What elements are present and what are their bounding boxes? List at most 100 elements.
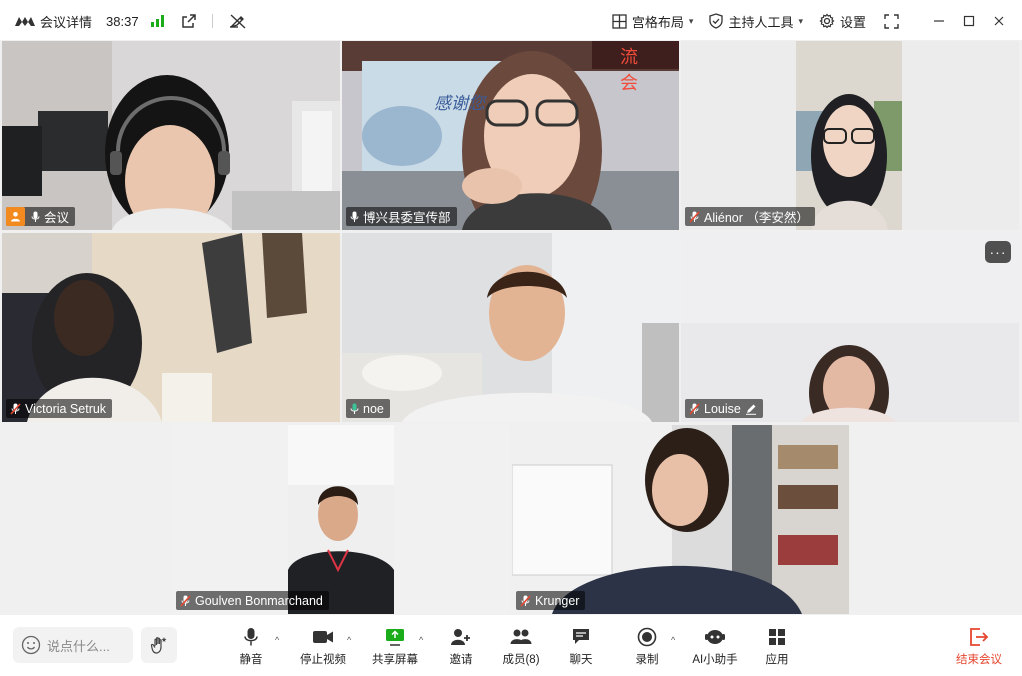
add-user-icon — [451, 629, 470, 645]
microphone-icon — [31, 211, 40, 222]
members-label: 成员(8) — [502, 654, 540, 666]
grid-layout-label: 宫格布局 — [631, 14, 684, 30]
share-screen-label: 共享屏幕 — [372, 654, 418, 666]
participant-name-tag: Krunger — [516, 591, 586, 610]
annotation-off-icon[interactable] — [229, 12, 247, 30]
participant-video — [342, 233, 679, 422]
signal-strength-icon[interactable] — [150, 15, 164, 27]
video-grid: 会议 流 会 感谢您 博兴县委宣传部 Aliénor （李安然） Victori… — [0, 40, 1022, 615]
record-icon — [637, 627, 657, 647]
record-button[interactable]: 录制 — [617, 627, 677, 667]
participant-video — [288, 425, 394, 614]
video-camera-icon — [313, 631, 333, 643]
apps-icon — [769, 629, 785, 645]
shield-check-icon — [709, 13, 724, 29]
ai-assistant-label: AI小助手 — [692, 654, 738, 666]
close-button[interactable] — [984, 6, 1014, 36]
grid-layout-menu[interactable]: 宫格布局 ▾ — [612, 12, 694, 31]
microphone-icon — [244, 628, 258, 646]
participant-name-tag: Goulven Bonmarchand — [176, 591, 329, 610]
mute-button[interactable]: 静音 — [221, 627, 281, 667]
audio-options-caret[interactable]: ^ — [275, 635, 279, 645]
microphone-muted-icon — [10, 402, 21, 415]
video-tile[interactable]: 流 会 感谢您 博兴县委宣传部 — [342, 41, 679, 230]
participant-name-tag: 会议 — [6, 207, 76, 226]
grid-layout-icon — [612, 13, 627, 29]
exit-icon — [970, 628, 989, 646]
microphone-speaking-icon — [350, 403, 359, 414]
share-screen-button[interactable]: 共享屏幕 — [365, 627, 425, 667]
app-logo-icon — [15, 17, 35, 26]
chat-placeholder: 说点什么... — [47, 638, 110, 654]
participant-video — [796, 41, 902, 230]
participant-name-tag: Aliénor （李安然） — [685, 207, 815, 226]
participant-name: 会议 — [44, 211, 70, 225]
participant-name: Krunger — [535, 593, 580, 608]
stop-video-button[interactable]: 停止视频 — [293, 627, 353, 667]
end-meeting-label: 结束会议 — [956, 654, 1002, 666]
invite-button[interactable]: 邀请 — [431, 627, 491, 667]
video-tile-active-speaker[interactable]: noe — [342, 233, 679, 422]
slide-text: 感谢您 — [434, 94, 485, 113]
host-tools-label: 主持人工具 — [728, 14, 794, 30]
chevron-down-icon: ▾ — [688, 15, 694, 26]
ai-assistant-button[interactable]: AI小助手 — [685, 627, 745, 667]
maximize-button[interactable] — [954, 6, 984, 36]
microphone-muted-icon — [180, 594, 191, 607]
participant-name: Aliénor （李安然） — [704, 211, 809, 225]
microphone-icon — [350, 211, 359, 222]
end-meeting-button[interactable]: 结束会议 — [949, 627, 1009, 667]
record-label: 录制 — [635, 654, 659, 666]
settings-button[interactable]: 设置 — [819, 12, 866, 31]
stop-video-label: 停止视频 — [300, 654, 346, 666]
participant-name-tag: Victoria Setruk — [6, 399, 113, 418]
quick-chat-input[interactable]: 说点什么... — [13, 627, 133, 663]
maximize-icon — [963, 15, 975, 27]
popout-icon[interactable] — [180, 12, 198, 30]
raise-hand-button[interactable] — [141, 627, 177, 663]
minimize-icon — [934, 20, 944, 22]
minimize-button[interactable] — [924, 6, 954, 36]
participant-video — [2, 41, 340, 230]
participant-video — [512, 425, 849, 614]
chevron-down-icon: ▾ — [798, 15, 803, 26]
share-screen-icon — [386, 629, 404, 646]
meeting-timer: 38:37 — [106, 13, 139, 29]
video-tile[interactable]: Aliénor （李安然） — [681, 41, 1019, 230]
gear-icon — [819, 13, 835, 29]
close-icon — [994, 16, 1004, 26]
mute-label: 静音 — [239, 654, 263, 666]
raise-hand-icon — [150, 637, 167, 654]
apps-label: 应用 — [765, 654, 789, 666]
apps-button[interactable]: 应用 — [747, 627, 807, 667]
video-options-caret[interactable]: ^ — [347, 635, 351, 645]
video-tile[interactable]: Victoria Setruk — [2, 233, 340, 422]
meeting-toolbar: 说点什么... 静音 ^ 停止视频 ^ 共享屏幕 ^ 邀请 成员(8) 聊天 录… — [0, 615, 1022, 676]
title-bar: 会议详情 38:37 宫格布局 ▾ 主持人工具 ▾ 设置 — [0, 0, 1022, 42]
participant-name-tag: 博兴县委宣传部 — [346, 207, 457, 226]
chat-button[interactable]: 聊天 — [551, 627, 611, 667]
record-options-caret[interactable]: ^ — [671, 635, 675, 645]
video-tile[interactable]: Krunger — [512, 425, 849, 614]
participant-video — [2, 233, 340, 422]
meeting-info-link[interactable]: 会议详情 — [40, 12, 92, 31]
banner-text: 流 会 — [620, 47, 652, 93]
video-tile[interactable]: ··· Louise — [681, 233, 1019, 422]
participant-name: Louise — [704, 401, 741, 416]
host-tools-menu[interactable]: 主持人工具 ▾ — [709, 12, 803, 31]
video-tile[interactable]: 会议 — [2, 41, 340, 230]
fullscreen-icon[interactable] — [882, 12, 900, 30]
participant-video — [681, 233, 1019, 422]
participant-name-tag: noe — [346, 399, 390, 418]
share-options-caret[interactable]: ^ — [419, 635, 423, 645]
participant-name: 博兴县委宣传部 — [363, 211, 451, 225]
host-badge-icon — [6, 207, 25, 226]
ai-assistant-icon — [705, 630, 725, 644]
more-options-button[interactable]: ··· — [985, 241, 1011, 263]
participant-name: Victoria Setruk — [25, 401, 107, 416]
microphone-muted-icon — [689, 210, 700, 223]
participant-name-tag: Louise — [685, 399, 763, 418]
members-button[interactable]: 成员(8) — [491, 627, 551, 667]
emoji-icon — [21, 635, 41, 655]
video-tile[interactable]: Goulven Bonmarchand — [172, 425, 510, 614]
